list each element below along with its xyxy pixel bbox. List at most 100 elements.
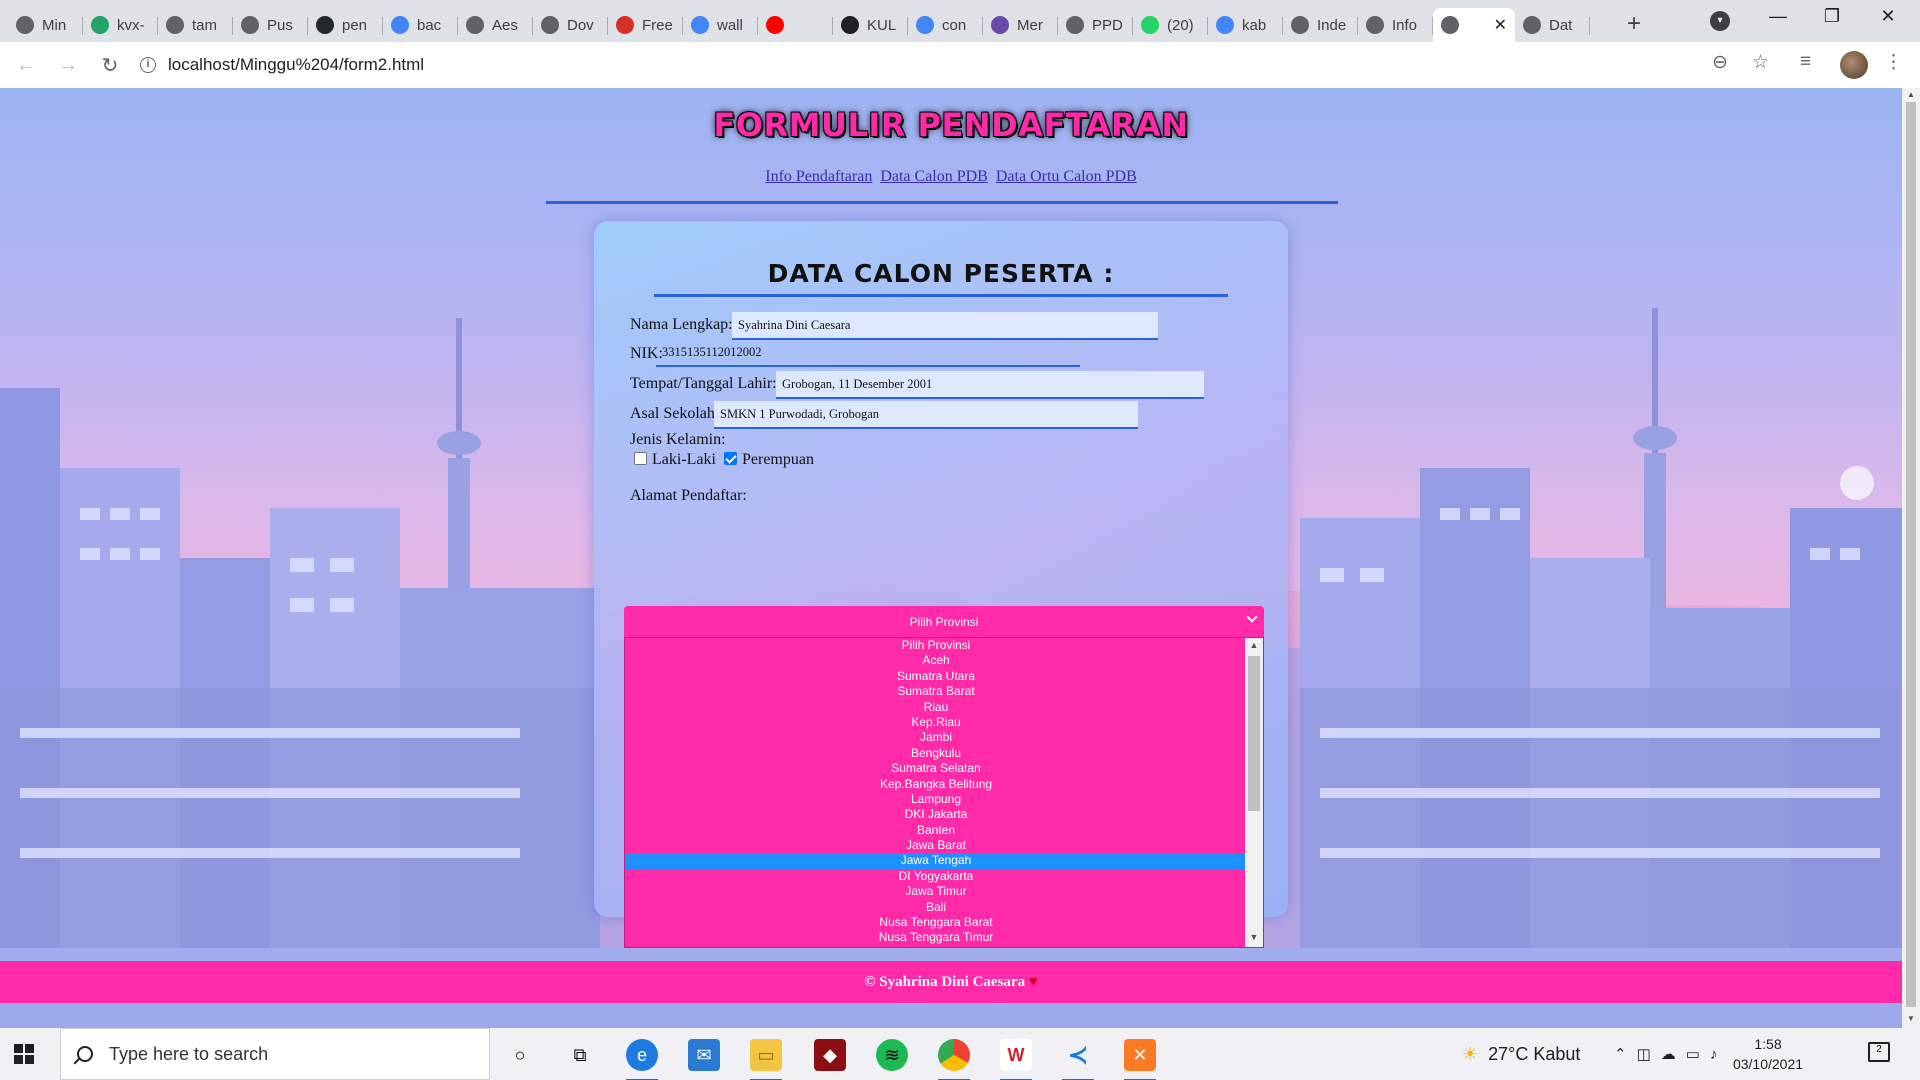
browser-tab[interactable] [758,8,833,42]
spotify-icon[interactable]: ≋ [876,1039,908,1071]
edge-icon[interactable]: e [626,1039,658,1080]
sekolah-input[interactable]: SMKN 1 Purwodadi, Grobogan [714,401,1138,429]
browser-tab[interactable]: kab [1208,8,1283,42]
volume-icon[interactable]: ♪ [1710,1046,1728,1063]
reload-button[interactable]: ↻ [94,49,126,81]
browser-tab[interactable]: pen [308,8,383,42]
scroll-down-icon[interactable]: ▼ [1249,932,1259,942]
close-window-icon[interactable]: ✕ [1868,6,1908,27]
file-explorer-icon[interactable]: ▭ [750,1039,782,1080]
province-option[interactable]: DKI Jakarta [625,807,1247,822]
onedrive-icon[interactable]: ☁ [1661,1045,1686,1063]
cortana-icon[interactable]: ○ [504,1039,536,1071]
nav-link-info-pendaftaran[interactable]: Info Pendaftaran [765,168,872,185]
wps-office-icon[interactable]: W [1000,1039,1032,1080]
province-option[interactable]: Lampung [625,792,1247,807]
vscode-icon[interactable]: ≺ [1062,1039,1094,1080]
back-button[interactable]: ← [10,49,42,81]
province-option[interactable]: Sumatra Selatan [625,761,1247,776]
province-option[interactable]: Bengkulu [625,746,1247,761]
notification-center-icon[interactable]: 2 [1868,1042,1890,1062]
page-scroll-thumb[interactable] [1906,102,1916,1007]
page-scroll-down-icon[interactable]: ▼ [1906,1014,1916,1024]
browser-tab[interactable]: Mer [983,8,1058,42]
browser-tab[interactable]: ✕ [1433,8,1515,42]
province-option[interactable]: Jawa Tengah [625,853,1247,869]
page-scrollbar[interactable]: ▲ ▼ [1902,88,1920,1028]
nama-input[interactable]: Syahrina Dini Caesara [732,312,1158,340]
browser-tab[interactable]: Inde [1283,8,1358,42]
province-option[interactable]: Kep.Bangka Belitung [625,777,1247,792]
browser-tab[interactable]: Free [608,8,683,42]
province-option[interactable]: Jawa Timur [625,884,1247,899]
zoom-icon[interactable]: ⊖ [1712,51,1728,74]
browser-tab[interactable]: KUL [833,8,908,42]
nav-link-data-calon-pdb[interactable]: Data Calon PDB [880,168,988,185]
perempuan-checkbox[interactable] [724,452,737,465]
province-option[interactable]: Pilih Provinsi [625,638,1247,653]
bookmark-star-icon[interactable]: ☆ [1752,51,1769,74]
close-tab-icon[interactable]: ✕ [1494,15,1507,35]
province-option[interactable]: Nusa Tenggara Barat [625,915,1247,930]
chrome-icon[interactable] [938,1039,970,1080]
laki-checkbox[interactable] [634,452,647,465]
province-option[interactable]: DI Yogyakarta [625,869,1247,884]
mail-icon[interactable]: ✉ [688,1039,720,1071]
browser-tab[interactable]: con [908,8,983,42]
dropdown-scroll-thumb[interactable] [1248,656,1260,811]
task-view-icon[interactable]: ⧉ [564,1039,596,1071]
browser-tab[interactable]: Pus [233,8,308,42]
tab-search-icon[interactable]: ▾ [1710,11,1730,31]
province-option[interactable]: Bali [625,900,1247,915]
dropdown-scrollbar[interactable]: ▲ ▼ [1245,638,1263,947]
jk-option-laki[interactable]: Laki-Laki [634,451,716,469]
forward-button[interactable]: → [52,49,84,81]
nav-link-data-ortu[interactable]: Data Ortu Calon PDB [996,168,1137,185]
browser-tab[interactable]: Info [1358,8,1433,42]
url-text[interactable]: localhost/Minggu%204/form2.html [168,55,424,75]
xampp-icon[interactable]: ✕ [1124,1039,1156,1080]
address-bar[interactable]: i localhost/Minggu%204/form2.html [140,47,1780,83]
start-button[interactable] [0,1028,48,1080]
province-option[interactable]: Riau [625,700,1247,715]
weather-widget[interactable]: ☀ 27°C Kabut [1462,1028,1580,1080]
game-icon[interactable]: ◆ [814,1039,846,1071]
browser-tab[interactable]: (20) [1133,8,1208,42]
system-tray[interactable]: ⌃ ◫ ☁ ▭ ♪ [1614,1028,1727,1080]
battery-icon[interactable]: ▭ [1686,1045,1710,1063]
meet-now-icon[interactable]: ◫ [1637,1045,1661,1063]
browser-tab[interactable]: Dat [1515,8,1590,42]
browser-tab[interactable]: Dov [533,8,608,42]
menu-icon[interactable]: ⋮ [1884,51,1903,74]
province-option[interactable]: Sumatra Utara [625,669,1247,684]
province-option[interactable]: Aceh [625,653,1247,668]
taskbar-search[interactable]: Type here to search [60,1028,490,1080]
browser-tab[interactable]: PPD [1058,8,1133,42]
minimize-icon[interactable]: — [1758,6,1798,27]
province-option[interactable]: Sumatra Barat [625,684,1247,699]
reading-list-icon[interactable]: ≡ [1800,51,1811,73]
browser-tab[interactable]: Min [8,8,83,42]
province-select[interactable]: Pilih Provinsi [624,606,1264,637]
province-option[interactable]: Kep.Riau [625,715,1247,730]
jk-option-perempuan[interactable]: Perempuan [724,451,814,469]
page-scroll-up-icon[interactable]: ▲ [1906,90,1916,100]
browser-tab[interactable]: kvx- [83,8,158,42]
province-option[interactable]: Jawa Barat [625,838,1247,853]
browser-tab[interactable]: bac [383,8,458,42]
browser-tab[interactable]: tam [158,8,233,42]
tray-chevron-icon[interactable]: ⌃ [1614,1045,1637,1063]
province-option[interactable]: Banten [625,823,1247,838]
new-tab-button[interactable]: + [1620,10,1648,38]
nik-input[interactable]: 3315135112012002 [656,339,1080,367]
restore-icon[interactable]: ❐ [1812,6,1852,27]
browser-tab[interactable]: Aes [458,8,533,42]
ttl-input[interactable]: Grobogan, 11 Desember 2001 [776,371,1204,399]
taskbar-clock[interactable]: 1:58 03/10/2021 [1728,1034,1808,1074]
browser-tab[interactable]: wall [683,8,758,42]
profile-avatar[interactable] [1840,51,1868,79]
province-option[interactable]: Jambi [625,730,1247,745]
scroll-up-icon[interactable]: ▲ [1249,640,1259,650]
province-option[interactable]: Nusa Tenggara Timur [625,930,1247,945]
site-info-icon[interactable]: i [140,57,156,73]
